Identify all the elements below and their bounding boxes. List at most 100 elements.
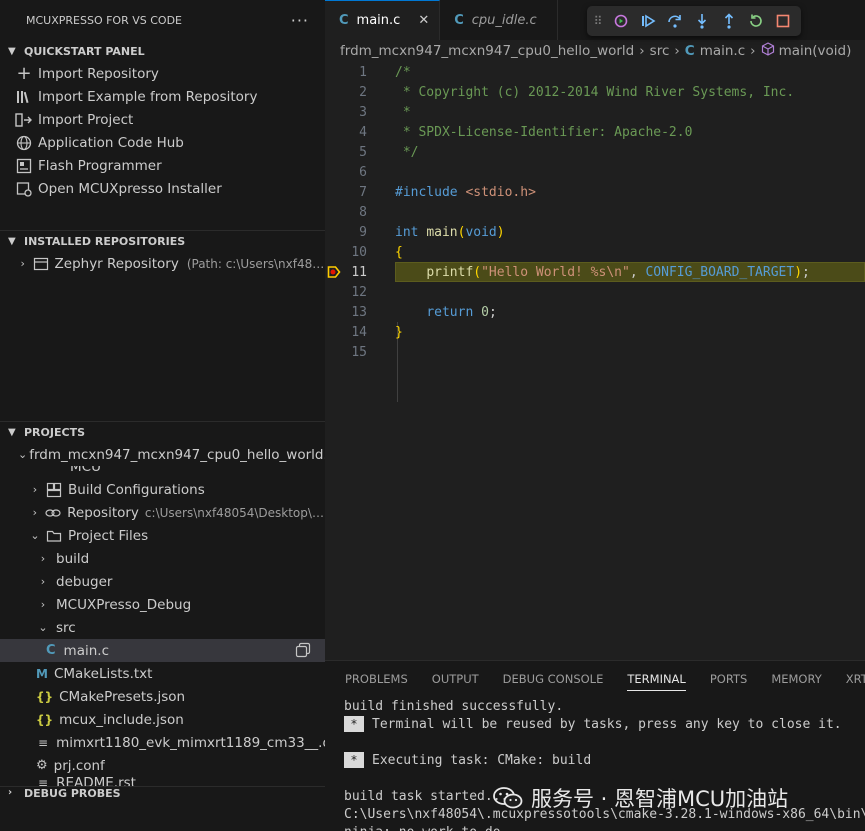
step-over-icon[interactable] (666, 12, 684, 30)
code-editor[interactable]: 1/* 2 * Copyright (c) 2012-2014 Wind Riv… (325, 62, 865, 402)
globe-icon (14, 135, 34, 151)
file-item-readme[interactable]: ≡ README.rst (0, 777, 325, 786)
folder-item-mcuxpresso-debug[interactable]: › MCUXPresso_Debug (0, 593, 325, 616)
flash-programmer-icon (14, 158, 34, 174)
repository-item[interactable]: › Repository c:\Users\nxf48054\Desktop\z… (0, 501, 325, 524)
tab-main-c[interactable]: C main.c ✕ (325, 0, 441, 40)
folder-item-debuger[interactable]: › debuger (0, 570, 325, 593)
drag-handle-icon[interactable]: ⠿ (593, 12, 603, 30)
c-file-icon: C (454, 12, 464, 28)
debug-probes-header[interactable]: › DEBUG PROBES (0, 786, 325, 800)
breadcrumb-symbol[interactable]: main(void) (779, 43, 852, 59)
close-icon[interactable]: ✕ (418, 13, 429, 28)
file-item-mcux-include[interactable]: {} mcux_include.json (0, 708, 325, 731)
installed-repositories-header[interactable]: ▼ INSTALLED REPOSITORIES (0, 230, 325, 252)
folder-label: build (56, 550, 90, 567)
json-file-icon: {} (36, 689, 54, 704)
text-file-icon: ≡ (38, 735, 49, 750)
file-item-main-c[interactable]: C main.c (0, 639, 325, 662)
tab-debug-console[interactable]: DEBUG CONSOLE (491, 661, 616, 697)
quickstart-item-label: Import Project (38, 111, 134, 128)
line-number: 8 (359, 204, 367, 220)
tab-problems[interactable]: PROBLEMS (345, 661, 420, 697)
line-number: 14 (351, 324, 367, 340)
library-icon (14, 90, 34, 104)
chevron-right-icon: › (40, 552, 46, 565)
quickstart-item-label: Import Example from Repository (38, 88, 258, 105)
import-project-item[interactable]: Import Project (14, 108, 325, 131)
task-status-icon: * (344, 752, 364, 768)
folder-label: src (56, 619, 76, 636)
plus-icon: + (16, 63, 32, 84)
breadcrumb-folder[interactable]: src (650, 43, 670, 59)
projects-header[interactable]: ▼ PROJECTS (0, 421, 325, 443)
tab-xrtos[interactable]: XRTOS (834, 661, 865, 697)
tab-ports[interactable]: PORTS (698, 661, 759, 697)
task-status-icon: * (344, 716, 364, 732)
breakpoint-arrow-icon[interactable] (327, 265, 341, 279)
code-line: 12 (325, 282, 865, 302)
line-number: 15 (351, 344, 367, 360)
tab-cpu-idle-c[interactable]: C cpu_idle.c (440, 0, 559, 40)
chevron-right-icon: › (8, 787, 13, 798)
code-line: 9 int main(void) (325, 222, 865, 242)
projects-title: PROJECTS (24, 426, 85, 439)
flash-programmer-item[interactable]: Flash Programmer (14, 154, 325, 177)
code-line: 7 #include <stdio.h> (325, 182, 865, 202)
quickstart-item-label: Import Repository (38, 65, 159, 82)
symbol-method-icon (761, 42, 775, 60)
more-actions-icon[interactable]: ··· (291, 11, 309, 30)
chevron-down-icon: ▼ (8, 427, 16, 438)
chevron-down-icon: ▼ (8, 45, 16, 57)
copy-icon[interactable] (295, 642, 311, 662)
quickstart-item-label: Flash Programmer (38, 157, 162, 174)
zephyr-repository-item[interactable]: › Zephyr Repository (Path: c:\Users\nxf4… (0, 252, 325, 275)
line-number: 5 (359, 144, 367, 160)
installed-repositories-title: INSTALLED REPOSITORIES (24, 235, 186, 248)
quickstart-panel-header[interactable]: ▼ QUICKSTART PANEL (0, 40, 325, 62)
wechat-icon (493, 787, 523, 809)
import-repository-item[interactable]: + Import Repository (14, 62, 325, 85)
repository-label: Repository (67, 504, 139, 521)
folder-item-src[interactable]: ⌄ src (0, 616, 325, 639)
build-configurations-item[interactable]: › Build Configurations (0, 478, 325, 501)
gear-icon: ⚙ (36, 758, 48, 773)
line-number: 9 (359, 224, 367, 240)
file-label: CMakeLists.txt (53, 665, 153, 682)
import-example-item[interactable]: Import Example from Repository (14, 85, 325, 108)
chevron-down-icon: ⌄ (38, 621, 48, 634)
step-into-icon[interactable] (693, 12, 711, 30)
tab-terminal[interactable]: TERMINAL (615, 661, 697, 697)
line-number: 6 (359, 164, 367, 180)
code-line: 15 (325, 342, 865, 362)
panel-tabs: PROBLEMS OUTPUT DEBUG CONSOLE TERMINAL P… (325, 661, 865, 697)
restart-icon[interactable] (747, 12, 765, 30)
application-code-hub-item[interactable]: Application Code Hub (14, 131, 325, 154)
tab-memory[interactable]: MEMORY (759, 661, 833, 697)
breadcrumb-project[interactable]: frdm_mcxn947_mcxn947_cpu0_hello_world (340, 43, 634, 59)
repository-path: (Path: c:\Users\nxf480... (186, 256, 325, 271)
tab-output[interactable]: OUTPUT (420, 661, 491, 697)
debug-toolbar: ⠿ (587, 6, 801, 36)
breadcrumb-file[interactable]: main.c (700, 43, 745, 59)
open-installer-item[interactable]: Open MCUXpresso Installer (14, 177, 325, 200)
code-line: 1/* (325, 62, 865, 82)
folder-item-build[interactable]: › build (0, 547, 325, 570)
mcu-item[interactable]: MCU (0, 466, 325, 478)
step-out-icon[interactable] (720, 12, 738, 30)
project-files-item[interactable]: ⌄ Project Files (0, 524, 325, 547)
file-item-overlay[interactable]: ≡ mimxrt1180_evk_mimxrt1189_cm33__.ov... (0, 731, 325, 754)
continue-icon[interactable] (639, 12, 657, 30)
code-line: 4 * SPDX-License-Identifier: Apache-2.0 (325, 122, 865, 142)
current-execution-line: 11 printf("Hello World! %s\n", CONFIG_BO… (325, 262, 865, 282)
stop-icon[interactable] (774, 12, 792, 30)
installer-icon (14, 181, 34, 197)
project-files-label: Project Files (68, 527, 149, 544)
file-item-prj-conf[interactable]: ⚙ prj.conf (0, 754, 325, 777)
sidebar-title: MCUXPRESSO FOR VS CODE (26, 13, 182, 27)
project-item[interactable]: ⌄ frdm_mcxn947_mcxn947_cpu0_hello_world.… (0, 443, 325, 466)
file-item-cmakepresets[interactable]: {} CMakePresets.json (0, 685, 325, 708)
file-item-cmakelists[interactable]: M CMakeLists.txt (0, 662, 325, 685)
restart-circle-icon[interactable] (612, 12, 630, 30)
